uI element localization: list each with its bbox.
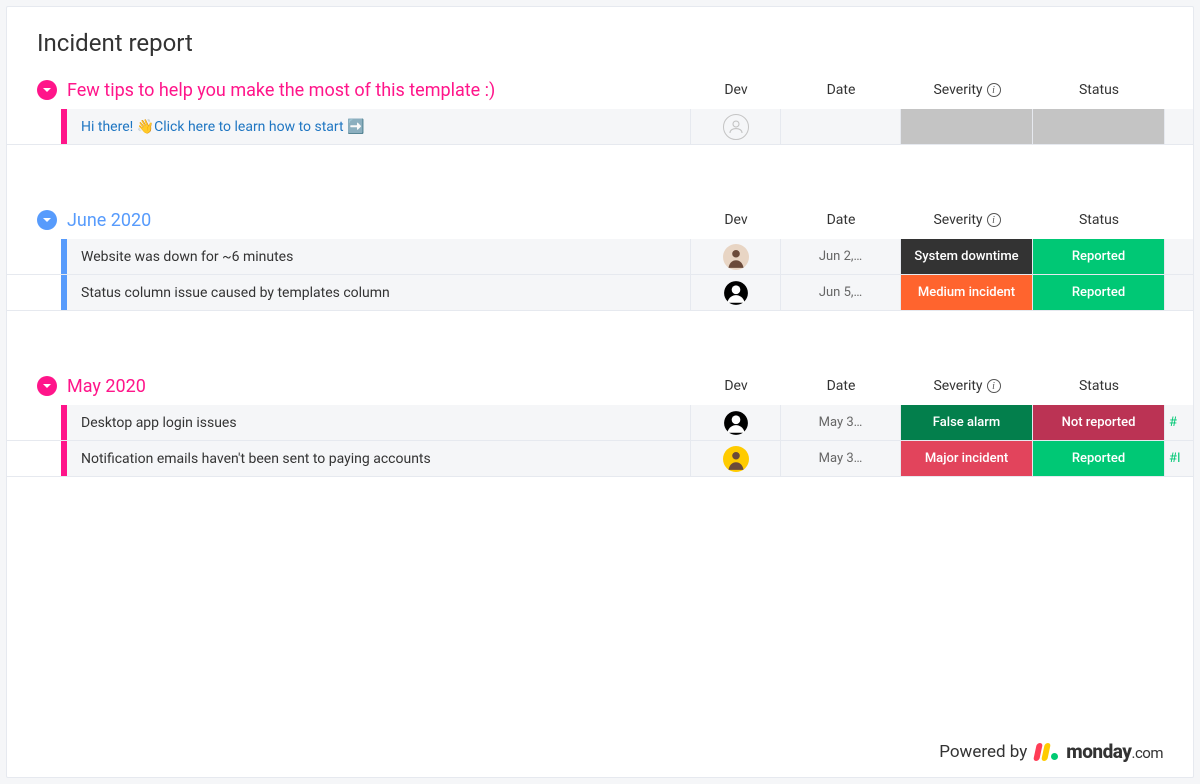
cell-extra[interactable]: # — [1165, 405, 1193, 440]
collapse-toggle-icon[interactable] — [37, 80, 57, 100]
cell-dev[interactable] — [691, 405, 781, 440]
cell-severity[interactable]: False alarm — [901, 405, 1033, 440]
cell-status[interactable]: Reported — [1033, 239, 1165, 274]
cell-status[interactable]: Reported — [1033, 275, 1165, 310]
cell-extra[interactable] — [1165, 275, 1193, 310]
column-header-status[interactable]: Status — [1033, 378, 1165, 394]
cell-dev[interactable] — [691, 441, 781, 476]
person-avatar-photo[interactable] — [723, 244, 749, 270]
group-header: June 2020 Dev Date Severity i Status — [7, 201, 1193, 239]
cell-severity[interactable] — [901, 109, 1033, 144]
table-row[interactable]: Notification emails haven't been sent to… — [7, 441, 1193, 477]
group-june: June 2020 Dev Date Severity i Status Web… — [7, 201, 1193, 311]
column-headers: Dev Date Severity i Status — [691, 367, 1193, 405]
column-header-status[interactable]: Status — [1033, 82, 1165, 98]
cell-severity[interactable]: Major incident — [901, 441, 1033, 476]
cell-extra[interactable] — [1165, 109, 1193, 144]
cell-status[interactable] — [1033, 109, 1165, 144]
cell-dev[interactable] — [691, 275, 781, 310]
table-row[interactable]: Desktop app login issues May 3… False al… — [7, 405, 1193, 441]
column-header-dev[interactable]: Dev — [691, 82, 781, 98]
group-title[interactable]: June 2020 — [67, 210, 151, 231]
group-title[interactable]: Few tips to help you make the most of th… — [67, 80, 495, 101]
cell-date[interactable]: Jun 5,… — [781, 275, 901, 310]
info-icon[interactable]: i — [987, 83, 1001, 97]
monday-logo-icon — [1035, 743, 1058, 761]
cell-date[interactable]: May 3… — [781, 405, 901, 440]
group-title[interactable]: May 2020 — [67, 376, 146, 397]
group-header: May 2020 Dev Date Severity i Status — [7, 367, 1193, 405]
column-header-severity[interactable]: Severity i — [901, 378, 1033, 394]
item-name[interactable]: Status column issue caused by templates … — [67, 275, 691, 310]
table-row[interactable]: Hi there! 👋Click here to learn how to st… — [7, 109, 1193, 145]
column-header-date[interactable]: Date — [781, 378, 901, 394]
person-placeholder-icon[interactable] — [723, 114, 749, 140]
cell-extra[interactable]: #I — [1165, 441, 1193, 476]
column-header-date[interactable]: Date — [781, 82, 901, 98]
cell-dev[interactable] — [691, 109, 781, 144]
board-title: Incident report — [7, 29, 1193, 71]
column-header-severity[interactable]: Severity i — [901, 212, 1033, 228]
column-header-dev[interactable]: Dev — [691, 378, 781, 394]
table-row[interactable]: Status column issue caused by templates … — [7, 275, 1193, 311]
column-headers: Dev Date Severity i Status — [691, 201, 1193, 239]
cell-date[interactable]: May 3… — [781, 441, 901, 476]
column-header-status[interactable]: Status — [1033, 212, 1165, 228]
cell-severity[interactable]: Medium incident — [901, 275, 1033, 310]
group-tips: Few tips to help you make the most of th… — [7, 71, 1193, 145]
item-name[interactable]: Desktop app login issues — [67, 405, 691, 440]
item-name[interactable]: Hi there! 👋Click here to learn how to st… — [67, 109, 691, 144]
column-header-severity[interactable]: Severity i — [901, 82, 1033, 98]
column-header-date[interactable]: Date — [781, 212, 901, 228]
table-row[interactable]: Website was down for ~6 minutes Jun 2,… … — [7, 239, 1193, 275]
group-may: May 2020 Dev Date Severity i Status Desk… — [7, 367, 1193, 477]
cell-date[interactable]: Jun 2,… — [781, 239, 901, 274]
column-header-dev[interactable]: Dev — [691, 212, 781, 228]
person-avatar-icon[interactable] — [723, 410, 749, 436]
cell-severity[interactable]: System downtime — [901, 239, 1033, 274]
cell-extra[interactable] — [1165, 239, 1193, 274]
person-avatar-photo[interactable] — [723, 446, 749, 472]
powered-by-label: Powered by — [939, 742, 1027, 762]
person-avatar-icon[interactable] — [723, 280, 749, 306]
brand-name: monday.com — [1066, 740, 1163, 763]
item-name[interactable]: Website was down for ~6 minutes — [67, 239, 691, 274]
collapse-toggle-icon[interactable] — [37, 210, 57, 230]
info-icon[interactable]: i — [987, 379, 1001, 393]
info-icon[interactable]: i — [987, 213, 1001, 227]
cell-dev[interactable] — [691, 239, 781, 274]
collapse-toggle-icon[interactable] — [37, 376, 57, 396]
cell-status[interactable]: Reported — [1033, 441, 1165, 476]
item-name[interactable]: Notification emails haven't been sent to… — [67, 441, 691, 476]
cell-date[interactable] — [781, 109, 901, 144]
powered-by-footer[interactable]: Powered by monday.com — [939, 740, 1163, 763]
cell-status[interactable]: Not reported — [1033, 405, 1165, 440]
column-headers: Dev Date Severity i Status — [691, 71, 1193, 109]
group-header: Few tips to help you make the most of th… — [7, 71, 1193, 109]
incident-board: Incident report Few tips to help you mak… — [6, 6, 1194, 778]
